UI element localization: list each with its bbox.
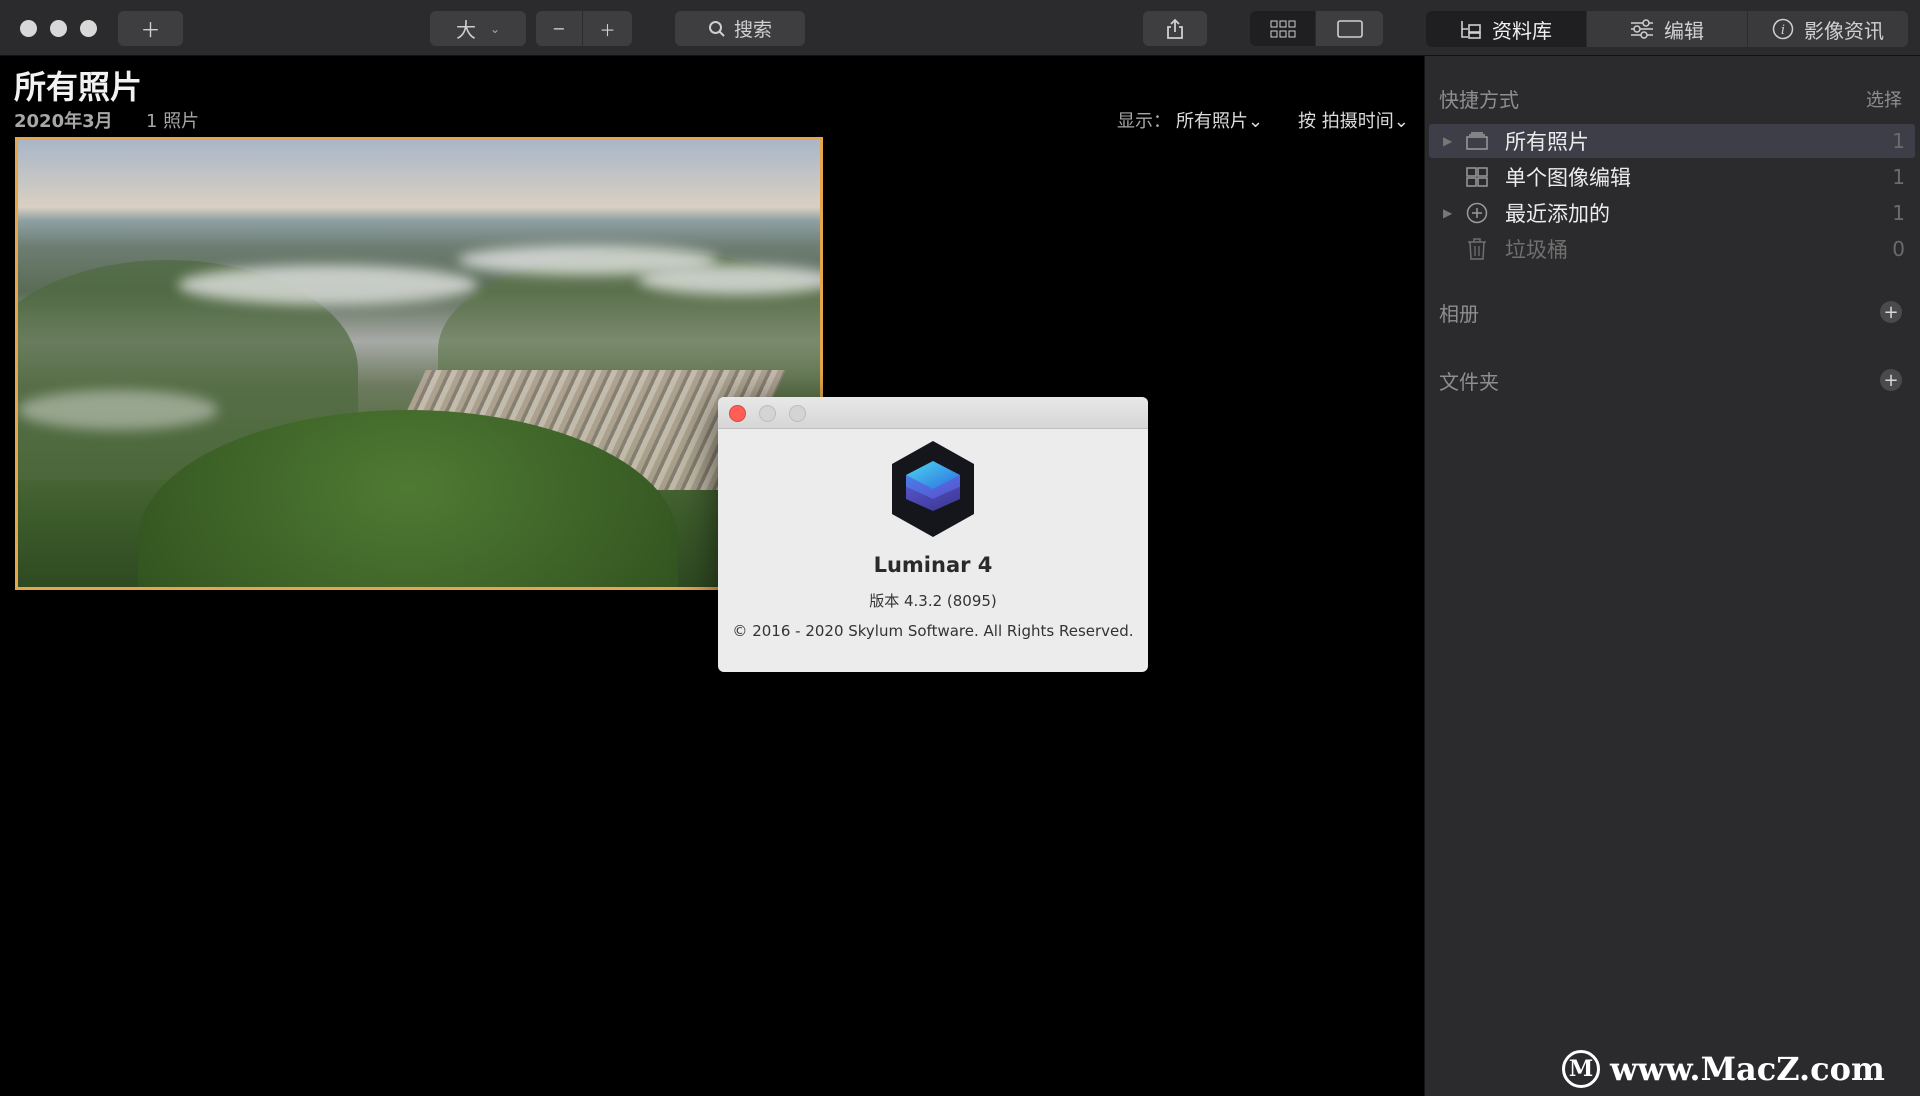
share-button[interactable] <box>1143 11 1207 46</box>
search-label: 搜索 <box>733 19 772 41</box>
sidebar-item-label: 所有照片 <box>1505 130 1589 154</box>
sort-dropdown[interactable]: 按 拍摄时间⌄ <box>1298 107 1409 133</box>
display-filter-dropdown[interactable]: 所有照片⌄ <box>1176 107 1263 133</box>
grid-view-icon <box>1270 20 1295 37</box>
library-icon <box>1461 21 1481 39</box>
trash-icon <box>1465 237 1489 261</box>
shortcuts-heading: 快捷方式 <box>1439 88 1519 112</box>
single-view-button[interactable] <box>1316 11 1383 46</box>
size-dropdown[interactable]: 大 ⌄ <box>430 11 526 46</box>
add-album-button[interactable]: + <box>1880 301 1902 323</box>
zoom-in-button[interactable]: ＋ <box>583 11 632 46</box>
about-dialog: Luminar 4 版本 4.3.2 (8095) © 2016 - 2020 … <box>718 397 1148 672</box>
single-view-icon <box>1336 19 1363 38</box>
sidebar-item-single-edits[interactable]: 单个图像编辑 1 <box>1429 160 1915 194</box>
sidebar-item-label: 垃圾桶 <box>1505 238 1568 262</box>
window-zoom-button[interactable] <box>80 20 97 37</box>
plus-icon: + <box>1883 301 1899 323</box>
share-icon <box>1167 18 1183 39</box>
add-button[interactable]: ＋ <box>118 11 183 46</box>
luminar-logo-icon <box>892 441 974 537</box>
about-minimize-button <box>759 405 776 422</box>
select-button[interactable]: 选择 <box>1866 86 1902 112</box>
about-titlebar <box>718 397 1148 429</box>
tab-library-label: 资料库 <box>1492 18 1552 43</box>
sidebar-item-count: 1 <box>1892 129 1905 153</box>
tab-edit[interactable]: 编辑 <box>1587 11 1748 47</box>
search-icon <box>708 20 725 37</box>
search-button[interactable]: 搜索 <box>675 11 805 46</box>
info-icon: i <box>1772 18 1794 40</box>
window-close-button[interactable] <box>20 20 37 37</box>
page-title: 所有照片 <box>14 68 143 106</box>
about-close-button[interactable] <box>729 405 746 422</box>
zoom-stepper: − ＋ <box>536 11 632 46</box>
folders-heading: 文件夹 <box>1439 370 1499 394</box>
app-name: Luminar 4 <box>873 553 993 577</box>
plus-icon: ＋ <box>599 20 616 40</box>
disclosure-arrow-icon[interactable]: ▶ <box>1443 206 1452 220</box>
window-minimize-button[interactable] <box>50 20 67 37</box>
mode-tabs: 资料库 编辑 i 影像资讯 <box>1426 11 1908 47</box>
add-folder-button[interactable]: + <box>1880 369 1902 391</box>
tab-edit-label: 编辑 <box>1664 18 1704 43</box>
sidebar-item-count: 1 <box>1892 201 1905 225</box>
sidebar-item-all-photos[interactable]: ▶ 所有照片 1 <box>1429 124 1915 158</box>
photo-count: 1 照片 <box>146 111 200 132</box>
plus-icon: + <box>1883 369 1899 391</box>
sidebar-item-trash[interactable]: 垃圾桶 0 <box>1429 232 1915 266</box>
sidebar-item-count: 0 <box>1892 237 1905 261</box>
size-label: 大 <box>455 18 476 42</box>
photo-thumbnail[interactable] <box>15 137 823 590</box>
sliders-icon <box>1631 19 1653 39</box>
tab-info-label: 影像资讯 <box>1804 18 1884 43</box>
app-version: 版本 4.3.2 (8095) <box>869 592 997 610</box>
sidebar-item-label: 单个图像编辑 <box>1505 166 1631 190</box>
add-circle-icon <box>1465 201 1489 225</box>
chevron-down-icon: ⌄ <box>489 21 501 36</box>
photo-cloud <box>638 265 820 295</box>
minus-icon: − <box>552 19 566 38</box>
photo-cloud <box>178 265 478 305</box>
tab-library[interactable]: 资料库 <box>1426 11 1587 47</box>
photo-cloud <box>18 390 218 430</box>
toolbar: ＋ 大 ⌄ − ＋ 搜索 资料库 编辑 i 影像资讯 <box>0 0 1920 56</box>
app-window: ＋ 大 ⌄ − ＋ 搜索 资料库 编辑 i 影像资讯 所有照片 2020年3月 … <box>0 0 1920 1096</box>
grid-view-button[interactable] <box>1250 11 1316 46</box>
zoom-out-button[interactable]: − <box>536 11 583 46</box>
sidebar-item-count: 1 <box>1892 165 1905 189</box>
sidebar-item-label: 最近添加的 <box>1505 202 1610 226</box>
plus-icon: ＋ <box>140 18 161 42</box>
tab-info[interactable]: i 影像资讯 <box>1748 11 1908 47</box>
about-zoom-button <box>789 405 806 422</box>
app-copyright: © 2016 - 2020 Skylum Software. All Right… <box>732 622 1134 640</box>
albums-heading: 相册 <box>1439 302 1479 326</box>
watermark-text: www.MacZ.com <box>1610 1050 1885 1088</box>
macz-logo-icon: M <box>1562 1050 1600 1088</box>
view-mode-toggle <box>1250 11 1383 46</box>
watermark: M www.MacZ.com <box>1562 1050 1885 1088</box>
svg-text:i: i <box>1781 23 1785 38</box>
disclosure-arrow-icon[interactable]: ▶ <box>1443 134 1452 148</box>
date-label: 2020年3月 <box>14 111 113 132</box>
sidebar: 快捷方式 选择 ▶ 所有照片 1 单个图像编辑 1 ▶ 最近添加的 1 垃圾桶 … <box>1424 56 1920 1096</box>
sidebar-item-recently-added[interactable]: ▶ 最近添加的 1 <box>1429 196 1915 230</box>
grid-icon <box>1465 165 1489 189</box>
display-filter-label: 显示： <box>1117 111 1171 132</box>
photos-stack-icon <box>1465 129 1489 153</box>
